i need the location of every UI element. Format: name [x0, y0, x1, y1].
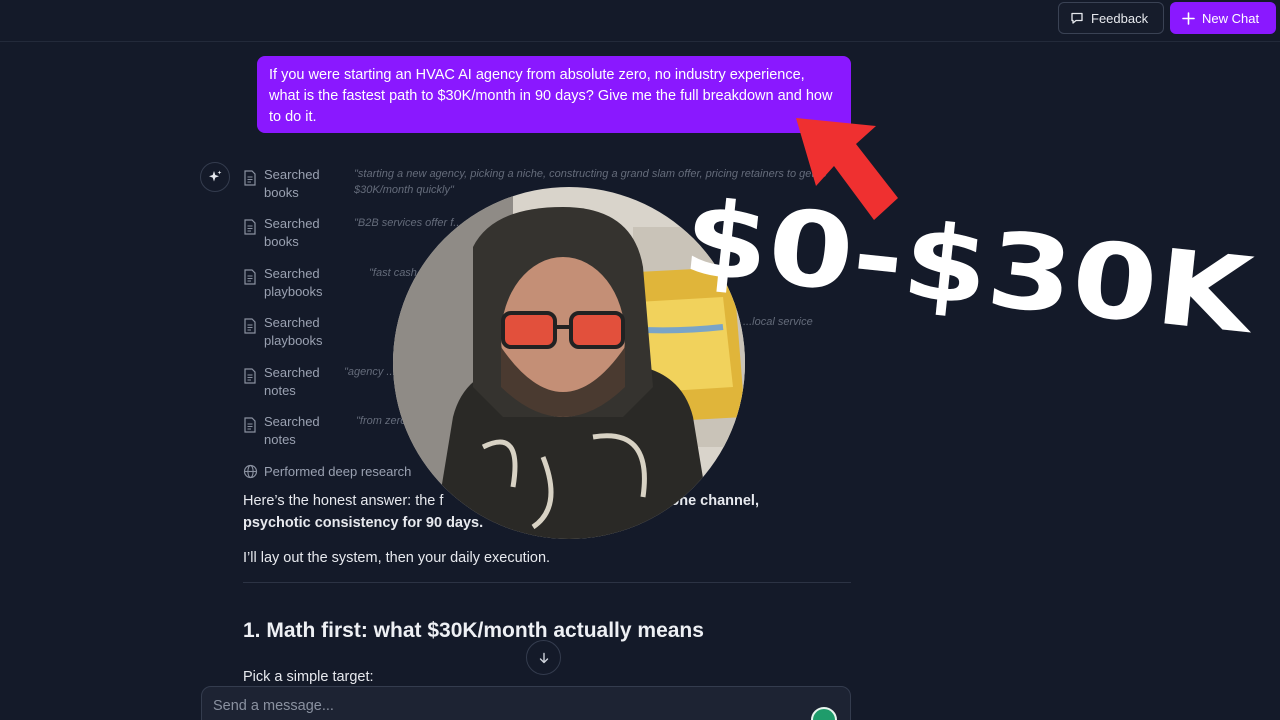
- ai-avatar: [200, 162, 230, 192]
- document-icon: [244, 170, 256, 186]
- answer-paragraph-2: I’ll lay out the system, then your daily…: [243, 550, 551, 566]
- feedback-button[interactable]: Feedback: [1058, 2, 1164, 34]
- sparkle-icon: [209, 170, 222, 182]
- search-step-label: Searched books: [264, 167, 320, 200]
- headline-overlay: $0-$30K: [678, 188, 1262, 357]
- answer-bold-b: psychotic consistency for 90 days.: [243, 515, 484, 531]
- search-step-label: Searched playbooks: [264, 266, 323, 299]
- plus-icon: [1182, 11, 1195, 25]
- answer-intro: Here’s the honest answer: the f: [243, 493, 444, 509]
- grammar-assistant-icon[interactable]: [811, 707, 837, 720]
- message-input[interactable]: [213, 695, 793, 717]
- scroll-down-button[interactable]: [526, 640, 561, 675]
- search-step-label: Searched notes: [264, 414, 320, 447]
- document-icon: [244, 318, 256, 334]
- search-step-label: Searched notes: [264, 365, 320, 398]
- arrow-down-icon: [539, 652, 548, 663]
- deep-research-step: Performed deep research: [243, 462, 411, 480]
- new-chat-button[interactable]: New Chat: [1170, 2, 1276, 34]
- search-step-label: Searched playbooks: [264, 315, 323, 348]
- message-composer: [201, 686, 851, 720]
- new-chat-label: New Chat: [1202, 10, 1260, 26]
- divider: [243, 582, 851, 583]
- top-bar: Feedback New Chat: [0, 0, 1280, 42]
- document-icon: [244, 269, 256, 285]
- search-step-label: Searched books: [264, 216, 320, 249]
- document-icon: [244, 417, 256, 433]
- headline-text: $0-$30K: [678, 188, 1262, 357]
- answer-line: Pick a simple target:: [243, 669, 374, 685]
- document-icon: [244, 368, 256, 384]
- document-icon: [244, 219, 256, 235]
- message-square-icon: [1071, 12, 1083, 24]
- globe-icon: [243, 464, 258, 478]
- user-message-bubble: If you were starting an HVAC AI agency f…: [257, 56, 851, 133]
- feedback-label: Feedback: [1091, 10, 1149, 26]
- deep-research-label: Performed deep research: [264, 463, 412, 479]
